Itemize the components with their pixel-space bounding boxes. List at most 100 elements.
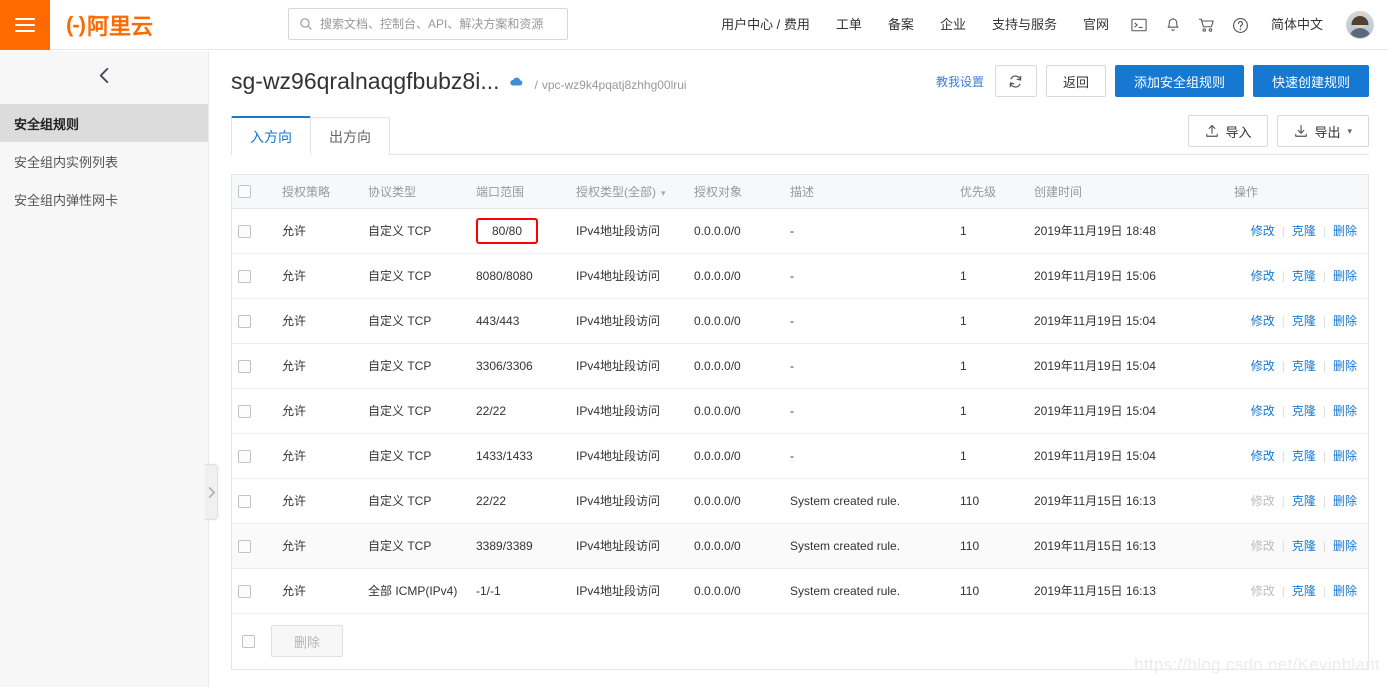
cell-description: System created rule. [784, 523, 954, 569]
edit-link[interactable]: 修改 [1251, 314, 1275, 328]
nav-website[interactable]: 官网 [1070, 0, 1122, 50]
export-button[interactable]: 导出 ▾ [1277, 115, 1369, 147]
table-row[interactable]: 允许 自定义 TCP 8080/8080 IPv4地址段访问 0.0.0.0/0-1 20… [232, 253, 1368, 299]
avatar[interactable] [1346, 11, 1374, 39]
delete-link[interactable]: 删除 [1333, 359, 1357, 373]
table-row[interactable]: 允许 自定义 TCP 3306/3306 IPv4地址段访问 0.0.0.0/0-1 20… [232, 343, 1368, 389]
search-input[interactable] [320, 17, 557, 31]
clone-link[interactable]: 克隆 [1292, 584, 1316, 598]
clone-link[interactable]: 克隆 [1292, 449, 1316, 463]
cell-created-time: 2019年11月15日 16:13 [1028, 568, 1228, 614]
delete-link[interactable]: 删除 [1333, 494, 1357, 508]
sidebar-item-security-group-rules[interactable]: 安全组规则 [0, 104, 208, 142]
row-checkbox[interactable] [238, 359, 251, 373]
edit-link[interactable]: 修改 [1251, 224, 1275, 238]
chevron-left-icon[interactable] [96, 66, 113, 90]
delete-link[interactable]: 删除 [1333, 404, 1357, 418]
cell-policy: 允许 [276, 523, 362, 569]
nav-user-center[interactable]: 用户中心 / 费用 [708, 0, 823, 50]
table-row[interactable]: 允许 自定义 TCP 3389/3389 IPv4地址段访问 0.0.0.0/0 Syst… [232, 523, 1368, 569]
import-button[interactable]: 导入 [1188, 115, 1269, 147]
delete-link[interactable]: 删除 [1333, 269, 1357, 283]
cell-protocol: 自定义 TCP [362, 298, 470, 344]
delete-link[interactable]: 删除 [1333, 449, 1357, 463]
row-checkbox[interactable] [238, 269, 251, 283]
clone-link[interactable]: 克隆 [1292, 224, 1316, 238]
tab-inbound[interactable]: 入方向 [231, 116, 311, 156]
security-group-rules-table: 授权策略 协议类型 端口范围 授权类型(全部) ▾ 授权对象 描述 优先级 创建时… [232, 175, 1368, 614]
page-actions: 教我设置 返回 添加安全组规则 快速创建规则 [936, 65, 1369, 97]
tab-label: 出方向 [329, 128, 371, 145]
cart-icon[interactable] [1190, 0, 1224, 50]
hamburger-icon[interactable] [0, 0, 50, 50]
search-box[interactable] [288, 8, 568, 40]
row-checkbox[interactable] [238, 314, 251, 328]
edit-link[interactable]: 修改 [1251, 269, 1275, 283]
sidebar-item-eni-list[interactable]: 安全组内弹性网卡 [0, 180, 208, 218]
port-range-value: 3306/3306 [476, 358, 533, 373]
row-checkbox-cell [232, 388, 276, 434]
add-security-group-rule-button[interactable]: 添加安全组规则 [1114, 65, 1244, 97]
table-row[interactable]: 允许 自定义 TCP 1433/1433 IPv4地址段访问 0.0.0.0/0-1 20… [232, 433, 1368, 479]
row-checkbox-cell [232, 298, 276, 344]
tab-action-buttons: 导入 导出 ▾ [1188, 115, 1369, 147]
sidebar-item-label: 安全组内弹性网卡 [14, 192, 119, 208]
language-selector[interactable]: 简体中文 [1258, 0, 1336, 50]
cell-priority: 110 [954, 568, 1028, 614]
row-checkbox[interactable] [238, 404, 251, 418]
quick-create-rule-button[interactable]: 快速创建规则 [1252, 65, 1369, 97]
aliyun-logo[interactable]: (-) 阿里云 [66, 9, 153, 41]
cell-operations: 修改 | 克隆 | 删除 [1228, 568, 1368, 614]
tab-outbound[interactable]: 出方向 [310, 117, 390, 155]
terminal-icon[interactable] [1122, 0, 1156, 50]
th-auth-type[interactable]: 授权类型(全部) ▾ [570, 175, 688, 209]
table-row[interactable]: 允许 自定义 TCP 22/22 IPv4地址段访问 0.0.0.0/0 System c… [232, 478, 1368, 524]
table-row[interactable]: 允许 自定义 TCP 443/443 IPv4地址段访问 0.0.0.0/0-1 2019… [232, 298, 1368, 344]
delete-link[interactable]: 删除 [1333, 539, 1357, 553]
sidebar-item-label: 安全组内实例列表 [14, 154, 119, 170]
table-row[interactable]: 允许 全部 ICMP(IPv4) -1/-1 IPv4地址段访问 0.0.0.0/0 Sy… [232, 568, 1368, 614]
cell-created-time: 2019年11月19日 15:04 [1028, 388, 1228, 434]
clone-link[interactable]: 克隆 [1292, 314, 1316, 328]
nav-enterprise[interactable]: 企业 [927, 0, 979, 50]
help-icon[interactable] [1224, 0, 1258, 50]
operation-separator: | [1281, 359, 1285, 373]
teach-me-link[interactable]: 教我设置 [936, 73, 984, 90]
sidebar-expand-handle[interactable] [205, 464, 218, 520]
cell-created-time: 2019年11月19日 15:04 [1028, 298, 1228, 344]
row-checkbox[interactable] [238, 224, 251, 238]
batch-delete-button[interactable]: 删除 [271, 625, 344, 657]
nav-icp[interactable]: 备案 [875, 0, 927, 50]
cell-created-time: 2019年11月19日 15:04 [1028, 433, 1228, 479]
row-checkbox[interactable] [238, 494, 251, 508]
table-row[interactable]: 允许 自定义 TCP 22/22 IPv4地址段访问 0.0.0.0/0-1 2019年1… [232, 388, 1368, 434]
clone-link[interactable]: 克隆 [1292, 494, 1316, 508]
footer-select-all-checkbox[interactable] [242, 634, 255, 648]
main-content: sg-wz96qralnaqgfbubz8i... / vpc-wz9k4pqat… [210, 51, 1388, 687]
back-button[interactable]: 返回 [1045, 65, 1106, 97]
row-checkbox[interactable] [238, 539, 251, 553]
delete-link[interactable]: 删除 [1333, 224, 1357, 238]
select-all-checkbox[interactable] [238, 185, 251, 199]
clone-link[interactable]: 克隆 [1292, 359, 1316, 373]
clone-link[interactable]: 克隆 [1292, 404, 1316, 418]
delete-link[interactable]: 删除 [1333, 584, 1357, 598]
th-select-all [232, 175, 276, 209]
delete-link[interactable]: 删除 [1333, 314, 1357, 328]
cell-auth-target: 0.0.0.0/0 [688, 478, 784, 524]
nav-support[interactable]: 支持与服务 [979, 0, 1070, 50]
th-created-time: 创建时间 [1028, 175, 1228, 209]
row-checkbox[interactable] [238, 449, 251, 463]
table-row[interactable]: 允许 自定义 TCP 80/80 IPv4地址段访问 0.0.0.0/0-1 2019年1… [232, 208, 1368, 254]
edit-link[interactable]: 修改 [1251, 359, 1275, 373]
row-checkbox[interactable] [238, 584, 251, 598]
sidebar-item-instance-list[interactable]: 安全组内实例列表 [0, 142, 208, 180]
clone-link[interactable]: 克隆 [1292, 269, 1316, 283]
clone-link[interactable]: 克隆 [1292, 539, 1316, 553]
nav-tickets[interactable]: 工单 [823, 0, 875, 50]
refresh-button[interactable] [994, 65, 1037, 97]
bell-icon[interactable] [1156, 0, 1190, 50]
cell-protocol: 自定义 TCP [362, 433, 470, 479]
edit-link[interactable]: 修改 [1251, 404, 1275, 418]
edit-link[interactable]: 修改 [1251, 449, 1275, 463]
